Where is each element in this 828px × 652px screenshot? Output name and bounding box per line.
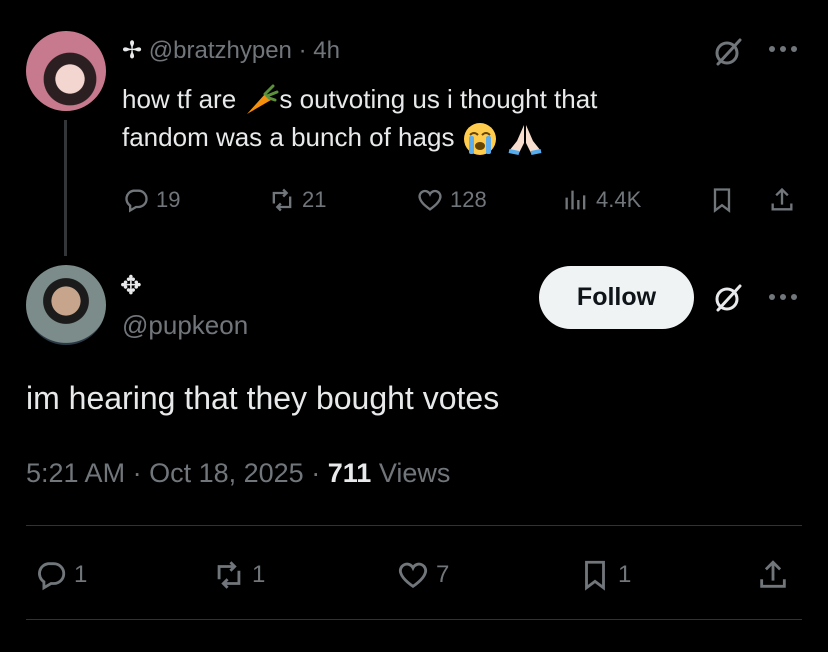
reply-button[interactable]: 1 xyxy=(34,558,87,592)
like-count: 128 xyxy=(450,187,487,212)
separator: · xyxy=(298,37,307,64)
display-name[interactable]: ✢ xyxy=(122,37,142,64)
timestamp[interactable]: 5:21 AM xyxy=(26,458,125,488)
reply-count: 1 xyxy=(74,561,88,588)
tweet-text-segment: how tf are xyxy=(122,84,237,114)
repost-count: 21 xyxy=(302,187,327,212)
tweet-text-segment: s outvoting us i thought that xyxy=(279,84,598,114)
reply-count: 19 xyxy=(156,187,181,212)
like-icon xyxy=(418,189,442,211)
repost-icon xyxy=(272,188,292,212)
reply-button[interactable]: 19 xyxy=(122,186,180,214)
repost-button[interactable]: 21 xyxy=(268,186,326,214)
share-icon[interactable] xyxy=(756,558,790,592)
grok-icon[interactable] xyxy=(712,36,744,68)
tweet-meta: 5:21 AM · Oct 18, 2025 · 711 Views xyxy=(26,455,450,491)
like-icon xyxy=(398,562,428,589)
bookmark-count: 1 xyxy=(618,561,632,588)
grok-icon[interactable] xyxy=(712,282,744,314)
separator: · xyxy=(311,458,321,488)
more-icon[interactable] xyxy=(768,44,798,54)
views-count: 4.4K xyxy=(596,187,642,212)
separator: · xyxy=(132,458,142,488)
avatar-bratzhypen[interactable] xyxy=(26,31,106,111)
carrot-emoji xyxy=(243,84,279,118)
divider xyxy=(26,619,802,620)
loudly-crying-emoji xyxy=(462,121,498,157)
share-icon[interactable] xyxy=(768,186,796,214)
like-button[interactable]: 7 xyxy=(396,558,449,592)
repost-icon xyxy=(217,561,241,589)
repost-count: 1 xyxy=(252,561,266,588)
timestamp[interactable]: 4h xyxy=(313,37,340,64)
handle[interactable]: @pupkeon xyxy=(122,310,248,341)
views-button[interactable]: 4.4K xyxy=(562,186,641,214)
bookmark-icon[interactable] xyxy=(708,186,736,214)
views-icon xyxy=(565,190,586,210)
like-count: 7 xyxy=(436,561,450,588)
reply-icon xyxy=(38,562,66,591)
handle[interactable]: @bratzhypen xyxy=(149,37,292,64)
views-label: Views xyxy=(378,458,451,488)
folded-hands-emoji xyxy=(505,121,545,157)
like-button[interactable]: 128 xyxy=(416,186,487,214)
parent-tweet-header: ✢ @bratzhypen · 4h xyxy=(122,36,340,66)
tweet-text-segment: fandom was a bunch of hags xyxy=(122,122,455,153)
views-count: 711 xyxy=(327,458,372,488)
parent-tweet-text: how tf are s outvoting us i thought that… xyxy=(122,80,722,157)
reply-icon xyxy=(125,189,148,213)
bookmark-button[interactable]: 1 xyxy=(578,558,631,592)
date[interactable]: Oct 18, 2025 xyxy=(149,458,304,488)
tweet-text: im hearing that they bought votes xyxy=(26,380,500,416)
bookmark-icon xyxy=(585,560,605,591)
display-name[interactable]: ✥ xyxy=(120,270,142,301)
more-icon[interactable] xyxy=(768,292,798,302)
follow-button[interactable]: Follow xyxy=(539,266,694,329)
thread-line xyxy=(64,120,67,256)
divider xyxy=(26,525,802,526)
repost-button[interactable]: 1 xyxy=(212,558,265,592)
avatar-pupkeon[interactable] xyxy=(26,265,106,345)
